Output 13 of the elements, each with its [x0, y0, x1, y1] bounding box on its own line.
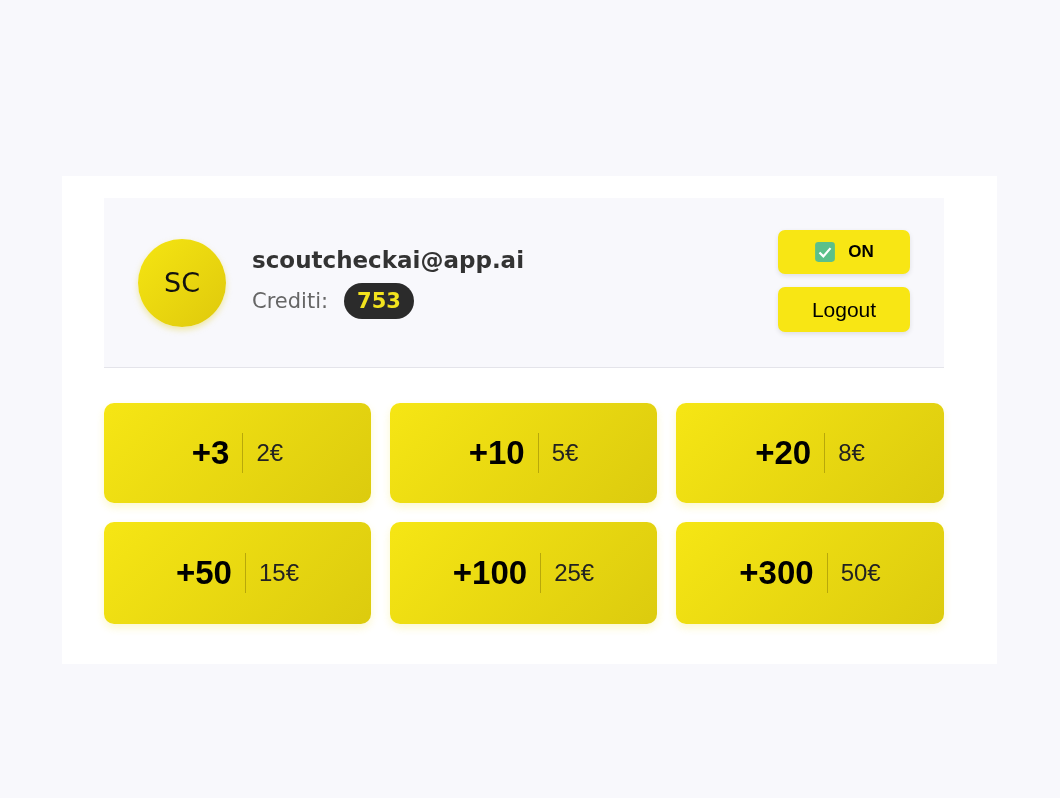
user-email: scoutcheckai@app.ai — [252, 246, 526, 273]
credits-label: Crediti: — [252, 288, 329, 313]
toggle-button[interactable]: ON — [778, 230, 910, 274]
credit-package-button[interactable]: +20 8€ — [676, 403, 944, 503]
credit-package-button[interactable]: +100 25€ — [390, 522, 657, 624]
logout-button[interactable]: Logout — [778, 287, 910, 332]
checkmark-icon — [814, 241, 837, 263]
credits-count: 753 — [344, 282, 414, 319]
credit-package-button[interactable]: +300 50€ — [676, 522, 944, 624]
avatar: SC — [138, 238, 226, 327]
credit-package-button[interactable]: +10 5€ — [390, 403, 657, 503]
credit-package-button[interactable]: +3 2€ — [104, 403, 371, 503]
credit-package-button[interactable]: +50 15€ — [104, 522, 371, 624]
